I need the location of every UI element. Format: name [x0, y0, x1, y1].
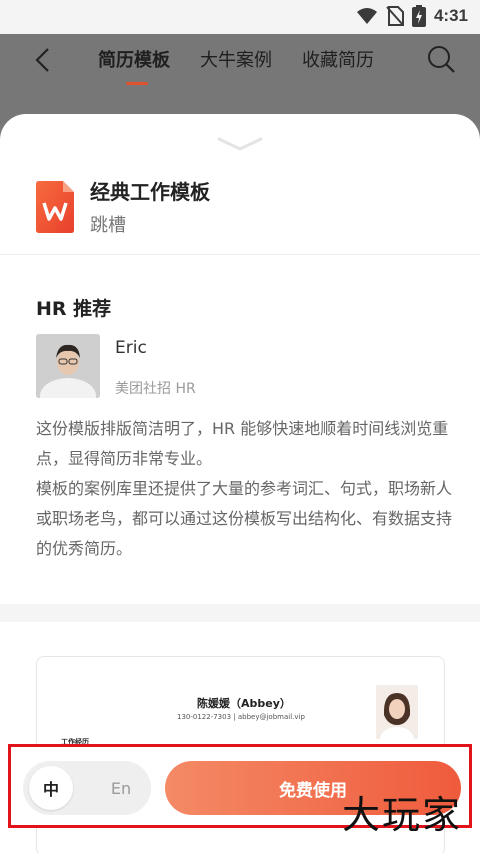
collapse-chevron-icon[interactable] [215, 136, 265, 152]
preview-name: 陈媛媛（Abbey） [197, 697, 291, 710]
template-detail-sheet: 经典工作模板 跳槽 HR 推荐 Eric 美团社招 HR 这份模版排版简洁明了，… [0, 114, 480, 853]
top-tabs: 简历模板 大牛案例 收藏简历 [98, 46, 374, 85]
language-toggle[interactable]: 中 En [23, 761, 151, 815]
app-bar: 简历模板 大牛案例 收藏简历 [0, 34, 480, 124]
template-header: 经典工作模板 跳槽 [36, 176, 210, 237]
status-bar: 4:31 [0, 0, 480, 34]
search-icon[interactable] [426, 44, 456, 74]
battery-icon [411, 5, 426, 27]
hr-role: 美团社招 HR [115, 381, 196, 397]
tab-saved-resumes[interactable]: 收藏简历 [302, 46, 374, 80]
review-paragraph: 这份模版排版简洁明了，HR 能够快速地顺着时间线浏览重点，显得简历非常专业。 [36, 419, 449, 468]
wps-document-icon [36, 180, 74, 233]
avatar [36, 334, 100, 398]
no-sim-icon [386, 6, 404, 26]
divider [0, 254, 480, 255]
lang-english-option[interactable]: En [99, 766, 143, 810]
clock-time: 4:31 [433, 6, 468, 25]
back-arrow-icon[interactable] [28, 44, 60, 76]
template-title: 经典工作模板 [90, 180, 210, 204]
template-subtitle: 跳槽 [90, 215, 126, 236]
hr-recommend-title: HR 推荐 [36, 298, 112, 320]
preview-photo [376, 685, 418, 739]
tab-resume-templates[interactable]: 简历模板 [98, 46, 170, 85]
wifi-icon [356, 8, 377, 24]
hr-name: Eric [115, 338, 147, 358]
review-paragraph: 模板的案例库里还提供了大量的参考词汇、句式，职场新人或职场老鸟，都可以通过这份模… [36, 479, 453, 558]
watermark-text: 大玩家 [341, 793, 462, 837]
section-gap [0, 604, 480, 622]
hr-review-text: 这份模版排版简洁明了，HR 能够快速地顺着时间线浏览重点，显得简历非常专业。 模… [36, 414, 456, 564]
lang-chinese-option[interactable]: 中 [29, 766, 73, 810]
preview-contact: 130-0122-7303 | abbey@jobmail.vip [177, 713, 305, 721]
tab-expert-cases[interactable]: 大牛案例 [200, 46, 272, 80]
